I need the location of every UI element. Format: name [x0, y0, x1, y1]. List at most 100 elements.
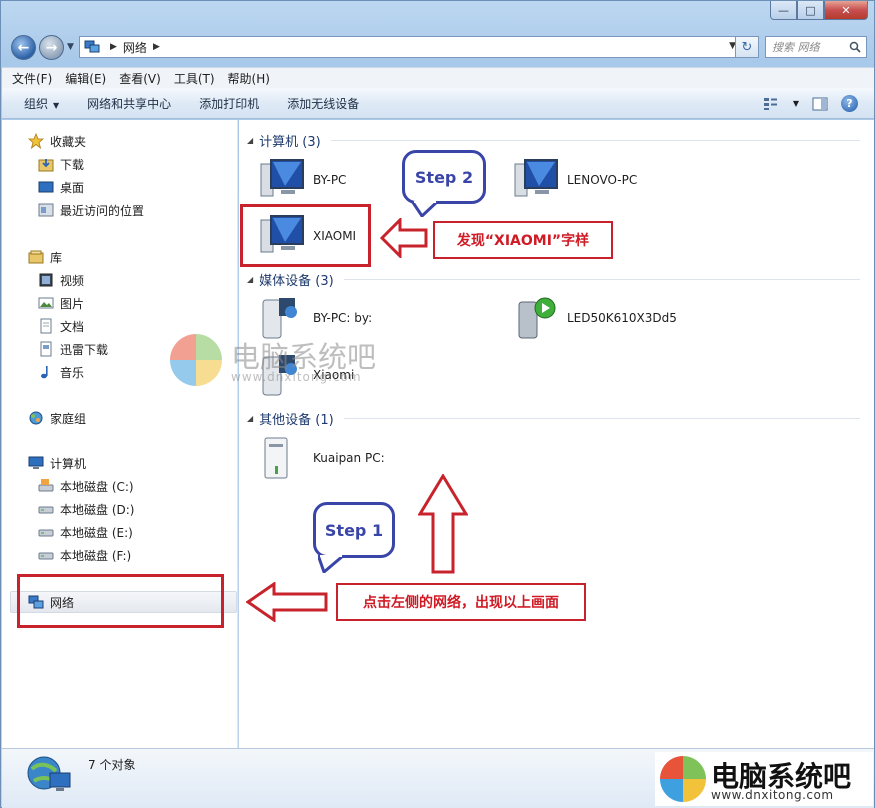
group-divider [343, 278, 860, 280]
maximize-button[interactable]: □ [797, 1, 824, 20]
arrow-left-icon [246, 582, 328, 622]
chevron-right-icon[interactable]: ▶ [153, 42, 160, 52]
menu-view[interactable]: 查看(V) [119, 70, 161, 87]
picture-icon [38, 297, 54, 309]
watermark-corner: 电脑系统吧 www.dnxitong.com [655, 752, 873, 806]
menu-edit[interactable]: 编辑(E) [65, 70, 106, 87]
refresh-button[interactable]: ↻ [735, 36, 759, 58]
sidebar-item-favorites[interactable]: 收藏夹 [28, 132, 86, 150]
sidebar-item-label: 视频 [60, 273, 85, 288]
watermark-center: 电脑系统吧 www.dnxitong.com [168, 332, 398, 392]
hard-drive-icon [38, 529, 54, 537]
sidebar-item-label: 本地磁盘 (D:) [60, 502, 135, 517]
computer-icon [28, 456, 44, 469]
sidebar-item-label: 下载 [60, 157, 85, 172]
navigation-pane: 收藏夹 下载 桌面 最近访问的位置 库 视频 图片 文档 迅雷下载 音乐 家庭组… [2, 120, 238, 748]
history-dropdown-icon[interactable]: ▼ [67, 42, 74, 52]
item-label: BY-PC: by: [313, 311, 373, 325]
sidebar-item-label: 收藏夹 [50, 134, 87, 149]
sidebar-item-downloads[interactable]: 下载 [38, 155, 84, 173]
group-header-media[interactable]: ◢ 媒体设备 (3) [247, 269, 860, 289]
arrow-left-icon [380, 218, 428, 258]
homegroup-icon [29, 411, 43, 425]
forward-button[interactable]: → [39, 35, 64, 60]
explorer-window: — □ ✕ ← → ▼ ▶ 网络 ▶ ▼ ↻ 文件(F) 编辑(E) [0, 0, 875, 808]
video-icon [39, 273, 53, 287]
sidebar-item-recent[interactable]: 最近访问的位置 [38, 201, 144, 219]
address-location[interactable]: 网络 [123, 39, 147, 56]
step1-bubble: Step 1 [313, 502, 395, 558]
library-icon [28, 250, 44, 264]
item-label: Kuaipan PC: [313, 451, 385, 465]
help-icon[interactable]: ? [841, 95, 858, 112]
sidebar-item-xunlei[interactable]: 迅雷下载 [38, 340, 108, 358]
view-dropdown-icon[interactable]: ▼ [793, 99, 799, 108]
music-note-icon [41, 366, 48, 379]
logo-icon [660, 756, 706, 802]
view-options-icon[interactable] [763, 97, 781, 111]
item-label: LED50K610X3Dd5 [567, 311, 677, 325]
collapse-triangle-icon[interactable]: ◢ [247, 136, 253, 145]
sidebar-item-drive-f[interactable]: 本地磁盘 (F:) [38, 546, 131, 564]
document-icon [40, 318, 52, 334]
organize-label: 组织 [24, 96, 49, 111]
organize-button[interactable]: 组织 ▼ [24, 95, 59, 112]
collapse-triangle-icon[interactable]: ◢ [247, 414, 253, 423]
sidebar-item-label: 文档 [60, 319, 85, 334]
system-drive-icon [38, 479, 54, 492]
sidebar-item-music[interactable]: 音乐 [38, 363, 84, 381]
group-title: 计算机 (3) [259, 134, 321, 150]
group-header-other[interactable]: ◢ 其他设备 (1) [247, 408, 860, 428]
menu-tools[interactable]: 工具(T) [174, 70, 215, 87]
minimize-button[interactable]: — [770, 1, 797, 20]
address-bar[interactable]: ▶ 网络 ▶ ▼ [79, 36, 741, 58]
device-icon [264, 437, 288, 479]
other-item-kuaipan[interactable]: Kuaipan PC: [257, 436, 385, 480]
sidebar-item-videos[interactable]: 视频 [38, 271, 84, 289]
sidebar-item-pictures[interactable]: 图片 [38, 294, 84, 312]
sidebar-item-label: 桌面 [60, 180, 85, 195]
status-object-count: 7 个对象 [88, 758, 136, 772]
sidebar-item-documents[interactable]: 文档 [38, 317, 84, 335]
callout-click-network: 点击左侧的网络，出现以上画面 [336, 583, 586, 621]
document-icon [40, 341, 52, 357]
group-divider [343, 417, 860, 419]
chevron-right-icon[interactable]: ▶ [110, 42, 117, 52]
network-center-button[interactable]: 网络和共享中心 [87, 95, 171, 112]
close-button[interactable]: ✕ [824, 1, 868, 20]
search-icon[interactable] [849, 41, 861, 53]
sidebar-item-computer[interactable]: 计算机 [28, 454, 86, 472]
sidebar-item-label: 本地磁盘 (E:) [60, 525, 133, 540]
preview-pane-icon[interactable] [811, 97, 829, 111]
group-header-computers[interactable]: ◢ 计算机 (3) [247, 130, 860, 150]
sidebar-item-drive-e[interactable]: 本地磁盘 (E:) [38, 523, 133, 541]
arrow-up-icon [418, 474, 468, 574]
menu-help[interactable]: 帮助(H) [228, 70, 270, 87]
logo-icon [170, 334, 222, 386]
sidebar-item-homegroup[interactable]: 家庭组 [28, 409, 86, 427]
sidebar-item-libraries[interactable]: 库 [28, 248, 62, 266]
sidebar-item-drive-c[interactable]: 本地磁盘 (C:) [38, 477, 134, 495]
menu-file[interactable]: 文件(F) [12, 70, 52, 87]
network-item-by-pc[interactable]: BY-PC [257, 158, 346, 202]
sidebar-item-label: 本地磁盘 (C:) [60, 479, 134, 494]
watermark-url: www.dnxitong.com [231, 370, 362, 384]
media-item-led50[interactable]: LED50K610X3Dd5 [511, 296, 677, 340]
sidebar-item-label: 图片 [60, 296, 85, 311]
network-item-lenovo-pc[interactable]: LENOVO-PC [511, 158, 637, 202]
add-wireless-button[interactable]: 添加无线设备 [287, 95, 359, 112]
chevron-down-icon: ▼ [53, 100, 60, 110]
sidebar-item-drive-d[interactable]: 本地磁盘 (D:) [38, 500, 134, 518]
sidebar-item-label: 迅雷下载 [60, 342, 109, 357]
computer-icon [260, 159, 304, 197]
back-button[interactable]: ← [11, 35, 36, 60]
search-input[interactable] [772, 40, 846, 54]
group-title: 媒体设备 (3) [259, 273, 334, 289]
group-divider [330, 139, 860, 141]
collapse-triangle-icon[interactable]: ◢ [247, 275, 253, 284]
sidebar-item-desktop[interactable]: 桌面 [38, 178, 84, 196]
search-box[interactable] [765, 36, 867, 58]
add-printer-button[interactable]: 添加打印机 [199, 95, 259, 112]
highlight-box-xiaomi [240, 204, 371, 267]
sidebar-item-label: 计算机 [50, 456, 87, 471]
